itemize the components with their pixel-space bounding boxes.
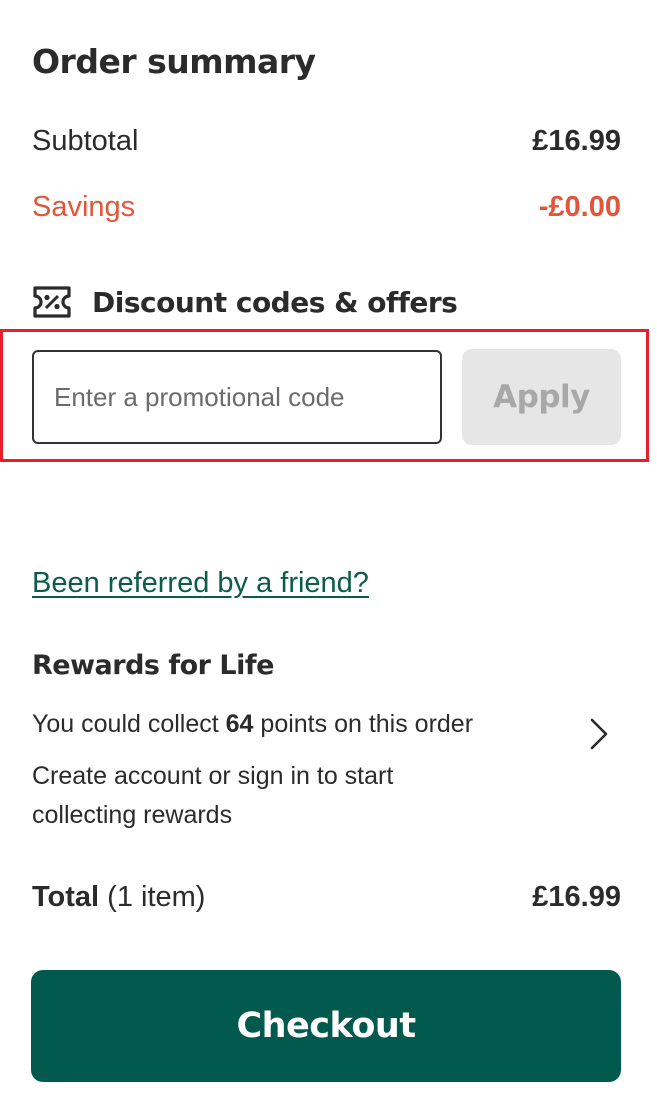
total-label-group: Total (1 item) (32, 881, 205, 914)
rewards-collect-prefix: You could collect (32, 710, 226, 738)
total-value: £16.99 (532, 880, 621, 913)
rewards-panel[interactable]: You could collect 64 points on this orde… (32, 706, 621, 838)
rewards-title: Rewards for Life (32, 650, 274, 681)
subtotal-row: Subtotal £16.99 (32, 121, 621, 161)
referral-link[interactable]: Been referred by a friend? (32, 567, 369, 600)
rewards-points: 64 (225, 710, 254, 738)
total-label: Total (32, 880, 100, 913)
discount-header: Discount codes & offers (32, 280, 458, 324)
rewards-collect-suffix: points on this order (253, 710, 474, 738)
rewards-points-text: You could collect 64 points on this orde… (32, 710, 473, 739)
subtotal-label: Subtotal (32, 124, 139, 157)
promo-code-input[interactable] (32, 350, 442, 444)
order-summary-title: Order summary (32, 42, 316, 81)
savings-row: Savings -£0.00 (32, 187, 621, 227)
checkout-button[interactable]: Checkout (31, 970, 621, 1082)
apply-button[interactable]: Apply (462, 349, 621, 445)
discount-ticket-icon (32, 285, 72, 319)
rewards-signin-text: Create account or sign in to start colle… (32, 762, 394, 829)
subtotal-value: £16.99 (532, 124, 621, 157)
savings-label: Savings (32, 190, 136, 223)
total-item-count: (1 item) (99, 880, 206, 913)
total-row: Total (1 item) £16.99 (32, 876, 621, 918)
discount-title: Discount codes & offers (92, 285, 458, 319)
chevron-right-icon[interactable] (587, 716, 611, 752)
savings-value: -£0.00 (538, 190, 621, 223)
